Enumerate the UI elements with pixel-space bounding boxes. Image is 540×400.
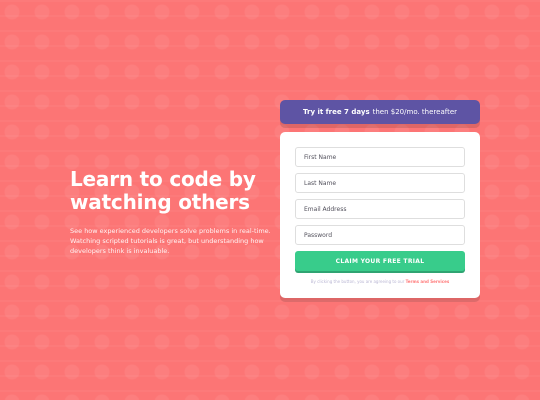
first-name-input[interactable] bbox=[295, 147, 465, 167]
last-name-input[interactable] bbox=[295, 173, 465, 193]
promo-bold-text: Try it free 7 days bbox=[302, 108, 370, 116]
hero-section: Learn to code by watching others See how… bbox=[70, 168, 275, 256]
terms-prefix: By clicking the button, you are agreeing… bbox=[310, 279, 405, 284]
terms-link[interactable]: Terms and Services bbox=[406, 279, 450, 284]
email-input[interactable] bbox=[295, 199, 465, 219]
promo-rest-text: then $20/mo. thereafter bbox=[372, 108, 458, 116]
terms-text: By clicking the button, you are agreeing… bbox=[295, 279, 465, 284]
hero-description: See how experienced developers solve pro… bbox=[70, 227, 271, 255]
signup-form: CLAIM YOUR FREE TRIAL By clicking the bu… bbox=[280, 132, 480, 298]
claim-free-trial-button[interactable]: CLAIM YOUR FREE TRIAL bbox=[295, 251, 465, 271]
promo-banner: Try it free 7 days then $20/mo. thereaft… bbox=[280, 100, 480, 124]
hero-title: Learn to code by watching others bbox=[70, 167, 256, 214]
password-input[interactable] bbox=[295, 225, 465, 245]
